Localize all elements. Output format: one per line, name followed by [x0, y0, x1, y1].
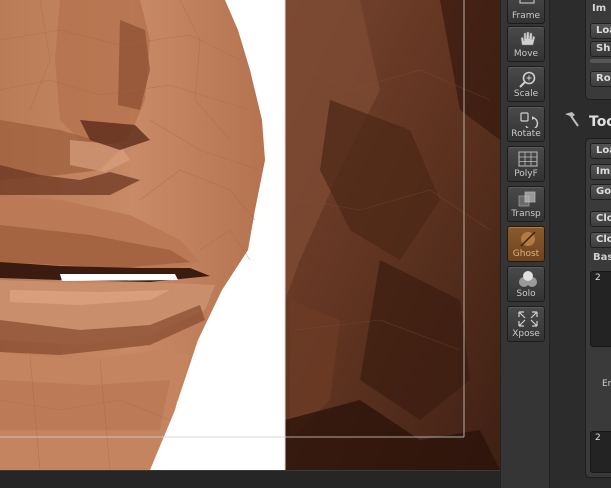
- tool-load-button[interactable]: Loa: [590, 143, 611, 159]
- move-button[interactable]: Move: [507, 26, 545, 62]
- tool-palette-header[interactable]: Too: [589, 114, 611, 130]
- transp-label: Transp: [511, 209, 541, 219]
- polyf-button[interactable]: PolyF: [507, 146, 545, 182]
- ghost-label: Ghost: [512, 249, 540, 259]
- rotate-label: Rotate: [511, 129, 541, 139]
- viewport-bottom-bar: [0, 470, 500, 488]
- rotate-button[interactable]: Rotate: [507, 106, 545, 142]
- image-shift-button[interactable]: Shi: [590, 41, 611, 57]
- tool-import-button[interactable]: Imp: [590, 164, 611, 180]
- scale-magnifier-icon: [519, 71, 536, 88]
- ghost-icon: [520, 231, 536, 247]
- image-r-button[interactable]: Ro: [590, 71, 611, 87]
- hammer-icon: [565, 112, 579, 127]
- tool-thumbnail-1[interactable]: 2: [590, 271, 611, 347]
- solo-label: Solo: [516, 289, 536, 299]
- solo-button[interactable]: Solo: [507, 266, 545, 302]
- tool-thumbnail-2[interactable]: 2: [590, 431, 611, 473]
- frame-label: Frame: [511, 11, 541, 21]
- frame-button[interactable]: Frame: [507, 0, 545, 24]
- scale-button[interactable]: Scale: [507, 66, 545, 102]
- xpose-label: Xpose: [512, 329, 540, 339]
- ghost-button[interactable]: Ghost: [507, 226, 545, 262]
- tool-thumbnail-2-count: 2: [595, 433, 601, 443]
- xpose-button[interactable]: Xpose: [507, 306, 545, 342]
- rotate-icon: [520, 112, 539, 128]
- solo-spheres-icon: [519, 271, 537, 287]
- tool-clone-button[interactable]: Clon: [590, 211, 611, 227]
- polyf-label: PolyF: [514, 169, 538, 179]
- frame-icon: [519, 0, 535, 4]
- move-label: Move: [513, 49, 539, 59]
- tool-clone2-button[interactable]: Clon: [590, 232, 611, 248]
- right-shelf: Frame Move Scale Rotate PolyF Transp Gho…: [500, 0, 550, 488]
- polyframe-grid-icon: [518, 151, 538, 167]
- tool-base-label: Bas: [593, 252, 611, 263]
- zbrush-window: Frame Move Scale Rotate PolyF Transp Gho…: [0, 0, 611, 488]
- tool-thumbnail-1-count: 2: [595, 273, 601, 283]
- transp-button[interactable]: Transp: [507, 186, 545, 222]
- tool-er-label: Er: [602, 379, 611, 389]
- viewport-canvas[interactable]: [0, 0, 500, 470]
- scale-label: Scale: [513, 89, 539, 99]
- tool-panel: Loa Imp Goz Clon Clon Bas 2 Er 2: [585, 138, 611, 478]
- move-hand-icon: [520, 31, 536, 46]
- xpose-arrows-icon: [518, 311, 538, 327]
- tool-goz-button[interactable]: Goz: [590, 184, 611, 200]
- image-load-button[interactable]: Loa: [590, 23, 611, 39]
- sculpt-render: [0, 0, 500, 470]
- image-panel-header: Im: [592, 3, 607, 14]
- image-panel: Im Loa Shi Ro: [585, 0, 611, 100]
- right-tray: Im Loa Shi Ro Too Loa Imp Goz Clon Clon …: [551, 0, 611, 488]
- image-slider[interactable]: [590, 59, 611, 63]
- transparency-icon: [518, 191, 536, 207]
